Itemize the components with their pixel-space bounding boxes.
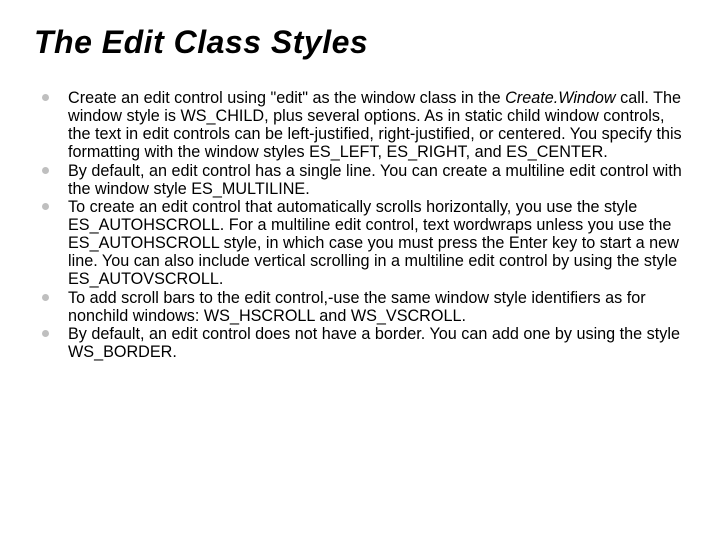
list-item: To create an edit control that automatic… xyxy=(34,198,684,289)
slide: The Edit Class Styles Create an edit con… xyxy=(0,0,720,540)
bullet-text: By default, an edit control has a single… xyxy=(68,162,682,198)
bullet-list: Create an edit control using "edit" as t… xyxy=(34,89,692,361)
list-item: By default, an edit control does not hav… xyxy=(34,325,684,361)
slide-title: The Edit Class Styles xyxy=(34,24,692,61)
bullet-text: By default, an edit control does not hav… xyxy=(68,325,680,361)
bullet-emphasis: Create.Window xyxy=(505,89,616,107)
list-item: To add scroll bars to the edit control,-… xyxy=(34,289,684,325)
list-item: Create an edit control using "edit" as t… xyxy=(34,89,684,162)
bullet-text: To add scroll bars to the edit control,-… xyxy=(68,289,646,325)
bullet-text: To create an edit control that automatic… xyxy=(68,198,679,289)
bullet-text: Create an edit control using "edit" as t… xyxy=(68,89,505,107)
list-item: By default, an edit control has a single… xyxy=(34,162,684,198)
